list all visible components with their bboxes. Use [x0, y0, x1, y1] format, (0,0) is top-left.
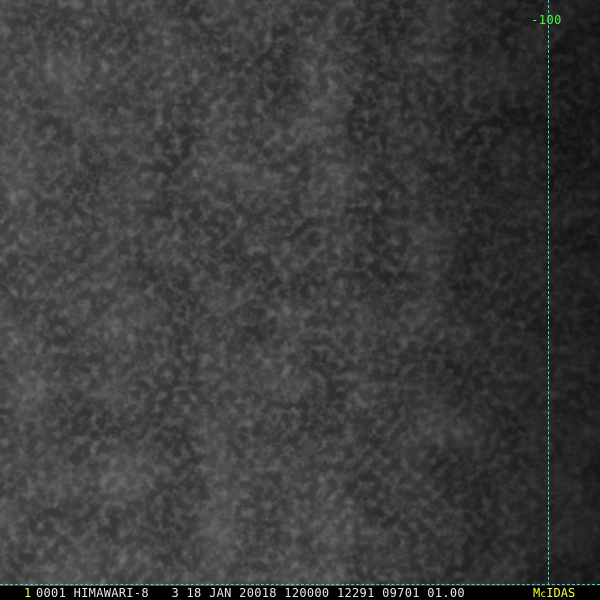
mcidas-logo: McIDAS: [533, 586, 575, 600]
latitude-grid-line: [0, 584, 600, 585]
mcidas-logo-part-3: IDAS: [546, 586, 576, 600]
satellite-cloud-imagery: [0, 0, 600, 600]
satellite-image-frame: -100 1 0001 HIMAWARI-8 3 18 JAN 20018 12…: [0, 0, 600, 600]
longitude-grid-line: [548, 0, 549, 600]
longitude-label: -100: [531, 13, 562, 27]
image-header-bar: 1 0001 HIMAWARI-8 3 18 JAN 20018 120000 …: [0, 586, 600, 600]
frame-number: 1: [24, 586, 32, 600]
image-header-text: 0001 HIMAWARI-8 3 18 JAN 20018 120000 12…: [36, 586, 465, 600]
